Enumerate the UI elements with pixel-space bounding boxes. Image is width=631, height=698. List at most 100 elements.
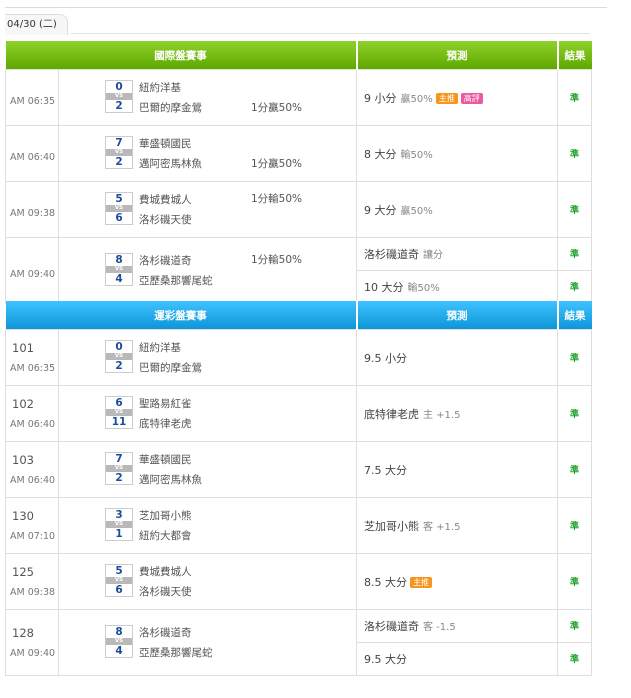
lottery-table: 運彩盤賽事 預測 結果 101 AM 06:35 0 VS 2 紐約洋基 巴爾的摩金鶯 9.5… <box>5 301 592 676</box>
result-mark: 準 <box>569 354 579 364</box>
vs-label: VS <box>106 93 132 100</box>
prediction-note: 贏50% <box>400 93 433 105</box>
away-team[interactable]: 洛杉磯道奇 <box>139 253 192 268</box>
vs-label: VS <box>106 353 132 360</box>
header-result: 結果 <box>557 301 592 330</box>
international-header-row: 國際盤賽事 預測 結果 <box>5 41 592 70</box>
away-team[interactable]: 聖路易紅雀 <box>139 396 192 411</box>
home-score: 2 <box>115 100 123 112</box>
match-cell: 7 VS 2 華盛頓國民邁阿密馬林魚 <box>58 441 357 498</box>
rating-badge: 高評 <box>460 93 483 104</box>
game-number: 103 <box>12 453 34 467</box>
home-team[interactable]: 底特律老虎 <box>139 416 192 431</box>
match: 7 VS 2 華盛頓國民邁阿密馬林魚 <box>59 442 356 497</box>
match: 0 VS 2 紐約洋基 巴爾的摩金鶯 <box>59 330 356 385</box>
vs-label: VS <box>106 149 132 156</box>
away-team[interactable]: 洛杉磯道奇 <box>139 625 192 640</box>
home-score: 11 <box>111 416 127 428</box>
prediction-cell: 底特律老虎主 +1.5 <box>356 385 558 442</box>
match: 8 VS 4 洛杉磯道奇 亞歷桑那響尾蛇 1分輸50% <box>59 238 356 303</box>
vs-label: VS <box>106 638 132 645</box>
tab-divider <box>70 33 590 34</box>
away-team[interactable]: 費城費城人 <box>139 564 192 579</box>
home-team[interactable]: 亞歷桑那響尾蛇 <box>139 645 213 660</box>
away-team[interactable]: 華盛頓國民 <box>139 136 192 151</box>
match-cell: 5 VS 6 費城費城人 洛杉磯天使 <box>58 553 357 610</box>
home-team[interactable]: 亞歷桑那響尾蛇 <box>139 273 213 288</box>
prediction-main: 底特律老虎 <box>364 407 419 421</box>
match-cell: 0 VS 2 紐約洋基 巴爾的摩金鶯 1分贏50% <box>58 69 357 126</box>
home-score: 4 <box>115 273 123 285</box>
international-table: 國際盤賽事 預測 結果 AM 06:35 0 VS 2 紐約洋基 巴爾的摩金鶯 1分贏50%… <box>5 41 592 304</box>
lottery-section: 運彩盤賽事 預測 結果 101 AM 06:35 0 VS 2 紐約洋基 巴爾的摩金鶯 9.5… <box>5 301 592 676</box>
game-number: 130 <box>12 509 34 523</box>
result-mark: 準 <box>569 206 579 216</box>
header-prediction: 預測 <box>356 301 559 330</box>
game-time: AM 09:40 <box>10 269 56 280</box>
recommend-badge: 主推 <box>410 577 432 588</box>
time-cell: 125 AM 09:38 <box>5 553 59 610</box>
prediction-main: 洛杉磯道奇 <box>364 247 419 261</box>
prediction-main: 9 大分 <box>364 203 397 217</box>
result-mark: 準 <box>569 250 579 261</box>
home-team[interactable]: 巴爾的摩金鶯 <box>139 100 202 115</box>
match: 3 VS 1 芝加哥小熊 紐約大都會 <box>59 498 356 553</box>
away-team[interactable]: 費城費城人 <box>139 192 192 207</box>
match: 5 VS 6 費城費城人 洛杉磯天使 <box>59 554 356 609</box>
header-prediction: 預測 <box>356 41 559 70</box>
time-cell: 128 AM 09:40 <box>5 609 59 676</box>
home-team[interactable]: 洛杉磯天使 <box>139 212 192 227</box>
game-time: AM 09:38 <box>10 208 56 219</box>
scoreboard: 7 VS 2 <box>105 452 133 485</box>
home-team[interactable]: 洛杉磯天使 <box>139 584 192 599</box>
vs-label: VS <box>106 465 132 472</box>
away-team[interactable]: 紐約洋基 <box>139 80 181 95</box>
home-team[interactable]: 紐約大都會 <box>139 528 192 543</box>
table-row: 130 AM 07:10 3 VS 1 芝加哥小熊 紐約大都會 芝加哥小熊客 +1.5 準 <box>5 497 592 554</box>
game-time: AM 09:38 <box>10 587 56 598</box>
home-team[interactable]: 巴爾的摩金鶯 <box>139 360 202 375</box>
match-cell: 8 VS 4 洛杉磯道奇 亞歷桑那響尾蛇 1分輸50% <box>58 237 357 304</box>
handicap: 1分輸50% <box>251 254 303 266</box>
away-team[interactable]: 紐約洋基 <box>139 340 181 355</box>
prediction-cell: 9 大分 贏50% <box>356 181 558 238</box>
prediction-cell: 8 大分 輸50% <box>356 125 558 182</box>
prediction-main: 9.5 小分 <box>364 351 407 365</box>
home-score: 2 <box>115 360 123 372</box>
home-team[interactable]: 邁阿密馬林魚 <box>139 156 202 171</box>
result-line: 準 <box>558 271 591 304</box>
result-mark: 準 <box>569 522 579 532</box>
away-team[interactable]: 華盛頓國民 <box>139 452 192 467</box>
prediction-cell: 8.5 大分 主推 <box>356 553 558 610</box>
away-score: 0 <box>115 81 123 93</box>
time-cell: AM 09:40 <box>5 237 59 304</box>
match-cell: 3 VS 1 芝加哥小熊 紐約大都會 <box>58 497 357 554</box>
away-score: 7 <box>115 137 123 149</box>
scoreboard: 0 VS 2 <box>105 80 133 113</box>
away-team[interactable]: 芝加哥小熊 <box>139 508 192 523</box>
result-cell: 準 <box>557 125 592 182</box>
date-tab[interactable]: 04/30 (二) <box>5 14 68 35</box>
match-cell: 8 VS 4 洛杉磯道奇亞歷桑那響尾蛇 <box>58 609 357 676</box>
header-result: 結果 <box>557 41 592 70</box>
result-line: 準 <box>558 238 591 271</box>
table-row: 128 AM 09:40 8 VS 4 洛杉磯道奇 亞歷桑那響尾蛇 洛杉磯道奇客 -1.5 9.… <box>5 609 592 676</box>
match-cell: 7 VS 2 華盛頓國民 邁阿密馬林魚 1分贏50% <box>58 125 357 182</box>
time-cell: AM 06:40 <box>5 125 59 182</box>
scoreboard: 8 VS 4 <box>105 625 133 658</box>
match: 0 VS 2 紐約洋基 巴爾的摩金鶯 1分贏50% <box>59 70 356 125</box>
away-score: 8 <box>115 626 123 638</box>
table-row: AM 09:40 8 VS 4 洛杉磯道奇 亞歷桑那響尾蛇 1分輸50% 洛杉磯道奇 讓分 10 … <box>5 237 592 304</box>
prediction-cell: 9.5 小分 <box>356 329 558 386</box>
prediction-note: 客 -1.5 <box>423 622 456 634</box>
scoreboard: 5 VS 6 <box>105 192 133 225</box>
table-row: 125 AM 09:38 5 VS 6 費城費城人 洛杉磯天使 8.5 大分 主推 準 <box>5 553 592 610</box>
result-mark: 準 <box>569 578 579 588</box>
away-score: 3 <box>115 509 123 521</box>
game-number: 102 <box>12 397 34 411</box>
result-cell: 準準 <box>557 609 592 676</box>
time-cell: AM 06:35 <box>5 69 59 126</box>
home-score: 2 <box>115 156 123 168</box>
prediction-main: 洛杉磯道奇 <box>364 619 419 633</box>
home-team[interactable]: 邁阿密馬林魚 <box>139 472 202 487</box>
